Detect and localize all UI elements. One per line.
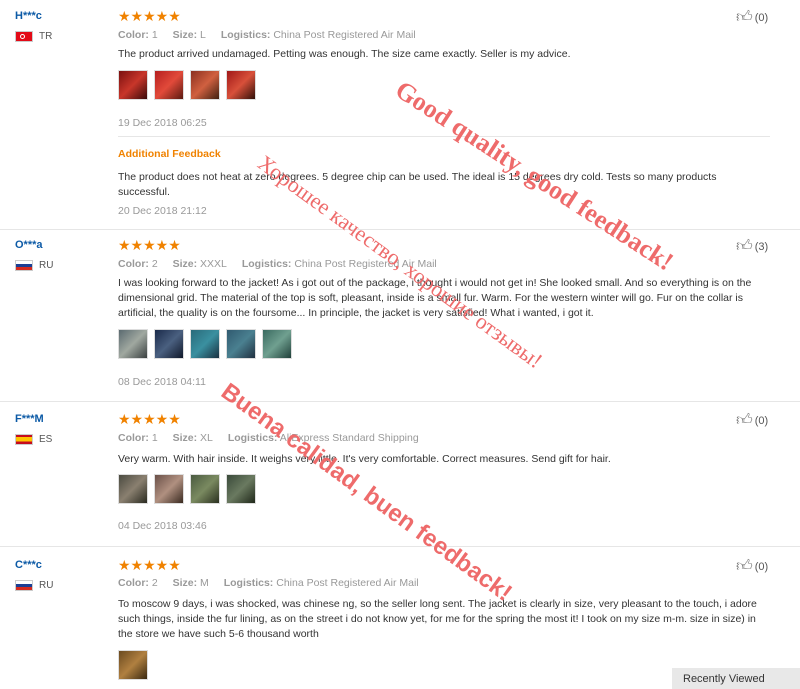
star-rating: ★★★★★ (118, 557, 181, 573)
reviewer-name[interactable]: C***c (15, 559, 42, 571)
review-photos (118, 474, 256, 504)
additional-feedback-text: The product does not heat at zero degree… (118, 171, 717, 198)
photo-thumbnail[interactable] (154, 70, 184, 100)
photo-thumbnail[interactable] (226, 474, 256, 504)
recently-viewed-tab[interactable]: Recently Viewed (672, 668, 800, 689)
thumbs-up-icon[interactable]: 👍︎ (736, 237, 753, 256)
review-date: 19 Dec 2018 06:25 (118, 117, 207, 129)
additional-feedback-label: Additional Feedback (118, 148, 221, 160)
photo-thumbnail[interactable] (154, 474, 184, 504)
photo-thumbnail[interactable] (262, 329, 292, 359)
thumbs-up-icon[interactable]: 👍︎ (736, 8, 753, 27)
photo-thumbnail[interactable] (190, 474, 220, 504)
helpful-button[interactable]: 👍︎ (0) (736, 8, 768, 27)
review-text: Very warm. With hair inside. It weighs v… (118, 453, 611, 465)
star-rating: ★★★★★ (118, 237, 181, 253)
helpful-count: (3) (754, 240, 769, 253)
country-code: ES (39, 434, 53, 445)
photo-thumbnail[interactable] (226, 70, 256, 100)
helpful-count: (0) (754, 414, 769, 427)
helpful-button[interactable]: 👍︎ (0) (736, 557, 768, 576)
reviewer-country: RU (15, 260, 53, 271)
flag-icon (15, 31, 33, 42)
reviewer-name[interactable]: F***M (15, 413, 44, 425)
helpful-button[interactable]: 👍︎ (0) (736, 411, 768, 430)
review-text: To moscow 9 days, i was shocked, was chi… (118, 598, 757, 640)
photo-thumbnail[interactable] (190, 70, 220, 100)
review-attributes: Color: 2 Size: XXXL Logistics: China Pos… (118, 258, 437, 270)
review-attributes: Color: 2 Size: M Logistics: China Post R… (118, 577, 419, 589)
helpful-count: (0) (754, 560, 769, 573)
reviewer-name[interactable]: O***a (15, 239, 43, 251)
reviewer-country: ES (15, 434, 52, 445)
helpful-button[interactable]: 👍︎ (3) (736, 237, 768, 256)
flag-icon (15, 580, 33, 591)
divider (0, 229, 800, 230)
review-text: I was looking forward to the jacket! As … (118, 277, 752, 319)
reviewer-name[interactable]: H***c (15, 10, 42, 22)
reviewer-country: TR (15, 31, 52, 42)
photo-thumbnail[interactable] (226, 329, 256, 359)
thumbs-up-icon[interactable]: 👍︎ (736, 557, 753, 576)
review-attributes: Color: 1 Size: L Logistics: China Post R… (118, 29, 416, 41)
flag-icon (15, 434, 33, 445)
photo-thumbnail[interactable] (118, 650, 148, 680)
star-rating: ★★★★★ (118, 411, 181, 427)
photo-thumbnail[interactable] (118, 329, 148, 359)
photo-thumbnail[interactable] (118, 474, 148, 504)
flag-icon (15, 260, 33, 271)
divider (0, 546, 800, 547)
divider (118, 136, 770, 137)
review-photos (118, 70, 256, 100)
thumbs-up-icon[interactable]: 👍︎ (736, 411, 753, 430)
photo-thumbnail[interactable] (190, 329, 220, 359)
photo-thumbnail[interactable] (154, 329, 184, 359)
watermark-text: Buena calidad, buen feedback! (216, 378, 517, 607)
review-date: 04 Dec 2018 03:46 (118, 520, 207, 532)
country-code: RU (39, 580, 54, 591)
additional-feedback-date: 20 Dec 2018 21:12 (118, 205, 207, 217)
star-rating: ★★★★★ (118, 8, 181, 24)
divider (0, 401, 800, 402)
review-text: The product arrived undamaged. Petting w… (118, 48, 571, 60)
reviewer-country: RU (15, 580, 53, 591)
review-date: 08 Dec 2018 04:11 (118, 376, 206, 388)
country-code: TR (39, 31, 53, 42)
review-attributes: Color: 1 Size: XL Logistics: AliExpress … (118, 432, 419, 444)
helpful-count: (0) (754, 11, 769, 24)
review-photos (118, 329, 292, 359)
review-photos (118, 650, 148, 680)
country-code: RU (39, 260, 54, 271)
photo-thumbnail[interactable] (118, 70, 148, 100)
